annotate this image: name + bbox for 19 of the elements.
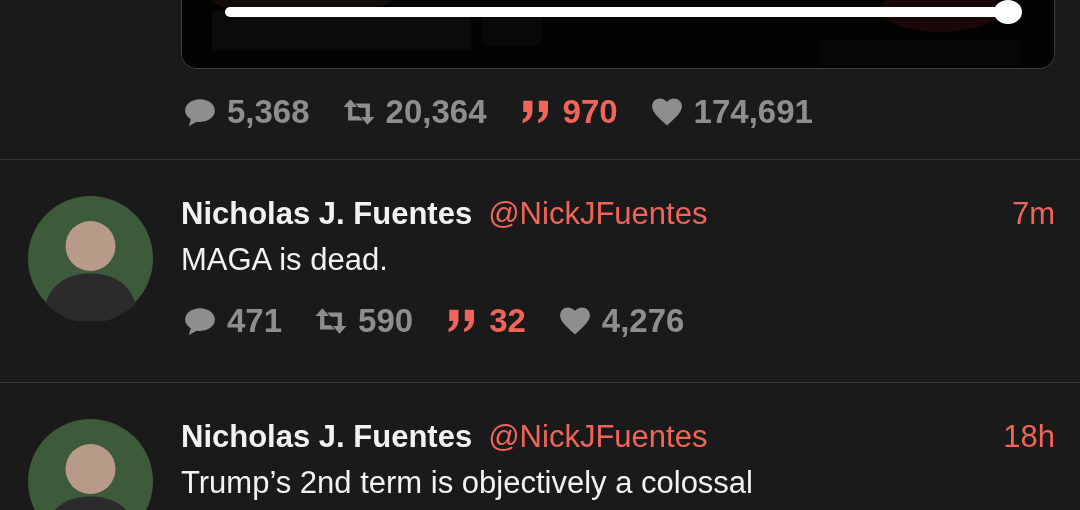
replie-count[interactable]: 471 (181, 302, 283, 340)
like-count[interactable]: 174,691 (647, 93, 813, 131)
post-time: 18h (1003, 419, 1055, 455)
post-text: Trump’s 2nd term is objectively a colossal (181, 465, 754, 501)
quote-count[interactable]: 32 (443, 302, 526, 340)
avatar[interactable] (28, 419, 153, 510)
author-handle[interactable]: @NickJFuentes (488, 419, 708, 455)
author-name[interactable]: Nicholas J. Fuentes (181, 196, 473, 232)
quote-count[interactable]: 970 (516, 93, 618, 131)
repost-count[interactable]: 20,364 (339, 93, 487, 131)
video-progress-track[interactable] (225, 0, 1024, 24)
post-time: 7m (1011, 196, 1055, 232)
repost-count[interactable]: 590 (312, 302, 414, 340)
like-count[interactable]: 4,276 (555, 302, 685, 340)
avatar[interactable] (28, 196, 153, 321)
post-text: MAGA is dead. (181, 242, 389, 278)
replie-count[interactable]: 5,368 (181, 93, 310, 131)
author-name[interactable]: Nicholas J. Fuentes (181, 419, 473, 455)
author-handle[interactable]: @NickJFuentes (488, 196, 708, 232)
